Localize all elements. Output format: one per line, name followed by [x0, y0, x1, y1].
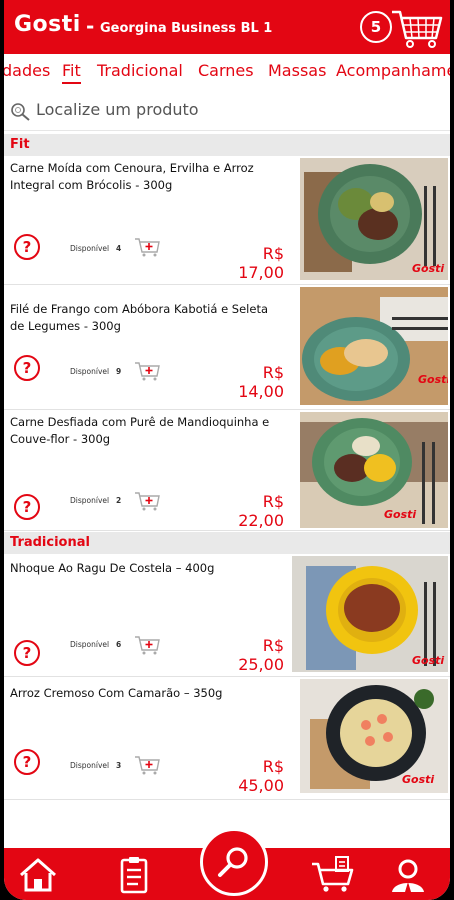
availability-quantity: 3	[116, 761, 122, 770]
product-photo: Gosti	[300, 158, 448, 280]
product-card[interactable]: Filé de Frango com Abóbora Kabotiá e Sel…	[4, 285, 450, 410]
product-card[interactable]: Carne Desfiada com Purê de Mandioquinha …	[4, 410, 450, 531]
search-floating-button[interactable]	[200, 828, 268, 896]
order-list-icon[interactable]	[114, 856, 154, 894]
availability-quantity: 2	[116, 496, 122, 505]
product-price: R$ 17,00	[238, 244, 284, 282]
product-photo: Gosti	[292, 556, 448, 672]
product-info-button[interactable]: ?	[14, 234, 40, 260]
product-name: Arroz Cremoso Com Camarão – 350g	[10, 686, 223, 700]
product-price: R$ 45,00	[238, 757, 284, 795]
product-info-button[interactable]: ?	[14, 494, 40, 520]
product-card[interactable]: Arroz Cremoso Com Camarão – 350g ? Dispo…	[4, 677, 450, 800]
product-name: Filé de Frango com Abóbora Kabotiá e Sel…	[10, 302, 269, 333]
product-info-button[interactable]: ?	[14, 355, 40, 381]
product-name: Carne Desfiada com Purê de Mandioquinha …	[10, 415, 270, 446]
user-icon[interactable]	[388, 856, 428, 894]
app-screen: Gosti - Georgina Business BL 1 5 dades F…	[4, 0, 450, 900]
category-tabs: dades Fit Tradicional Carnes Massas Acom…	[4, 54, 450, 90]
product-photo: Gosti	[300, 679, 448, 793]
search-bar[interactable]: Localize um produto	[4, 92, 450, 131]
availability-label: Disponível	[70, 496, 110, 505]
cart-count-badge[interactable]: 5	[360, 11, 392, 43]
product-name: Carne Moída com Cenoura, Ervilha e Arroz…	[10, 161, 254, 192]
availability-quantity: 6	[116, 640, 122, 649]
brand-logo: Gosti	[14, 12, 81, 37]
shopping-cart-icon[interactable]	[310, 856, 356, 894]
availability-quantity: 9	[116, 367, 122, 376]
availability-label: Disponível	[70, 761, 110, 770]
add-to-cart-icon[interactable]	[134, 360, 160, 382]
product-info-button[interactable]: ?	[14, 749, 40, 775]
add-to-cart-icon[interactable]	[134, 634, 160, 656]
section-header-tradicional: Tradicional	[4, 532, 450, 554]
add-to-cart-icon[interactable]	[134, 490, 160, 512]
availability-quantity: 4	[116, 244, 122, 253]
product-price: R$ 25,00	[238, 636, 284, 674]
product-card[interactable]: Carne Moída com Cenoura, Ervilha e Arroz…	[4, 156, 450, 285]
tab-acompanhamentos[interactable]: Acompanhame	[336, 61, 450, 80]
store-name[interactable]: Georgina Business BL 1	[100, 21, 272, 36]
availability-label: Disponível	[70, 244, 110, 253]
plate-brand-logo: Gosti	[384, 508, 416, 521]
plate-brand-logo: Gosti	[412, 654, 444, 667]
cart-icon[interactable]	[390, 6, 444, 50]
product-name: Nhoque Ao Ragu De Costela – 400g	[10, 561, 215, 575]
plate-brand-logo: Gosti	[412, 262, 444, 275]
product-info-button[interactable]: ?	[14, 640, 40, 666]
tab-tradicional[interactable]: Tradicional	[97, 61, 183, 80]
search-icon	[11, 103, 30, 121]
plate-brand-logo: Gosti	[418, 373, 448, 386]
add-to-cart-icon[interactable]	[134, 754, 160, 776]
product-price: R$ 22,00	[238, 492, 284, 530]
product-card[interactable]: Nhoque Ao Ragu De Costela – 400g ? Dispo…	[4, 554, 450, 677]
plate-brand-logo: Gosti	[402, 773, 434, 786]
search-input[interactable]: Localize um produto	[36, 100, 199, 119]
home-icon[interactable]	[18, 856, 58, 894]
title-separator: -	[86, 14, 95, 38]
tab-carnes[interactable]: Carnes	[198, 61, 254, 80]
section-header-fit: Fit	[4, 134, 450, 156]
product-photo: Gosti	[300, 412, 448, 528]
top-bar: Gosti - Georgina Business BL 1 5	[4, 0, 450, 54]
tab-fit[interactable]: Fit	[62, 61, 81, 84]
add-to-cart-icon[interactable]	[134, 236, 160, 258]
product-price: R$ 14,00	[238, 363, 284, 401]
tab-novidades[interactable]: dades	[4, 61, 50, 80]
tab-massas[interactable]: Massas	[268, 61, 326, 80]
magnifier-icon	[218, 847, 248, 877]
availability-label: Disponível	[70, 367, 110, 376]
product-photo: Gosti	[300, 287, 448, 405]
availability-label: Disponível	[70, 640, 110, 649]
